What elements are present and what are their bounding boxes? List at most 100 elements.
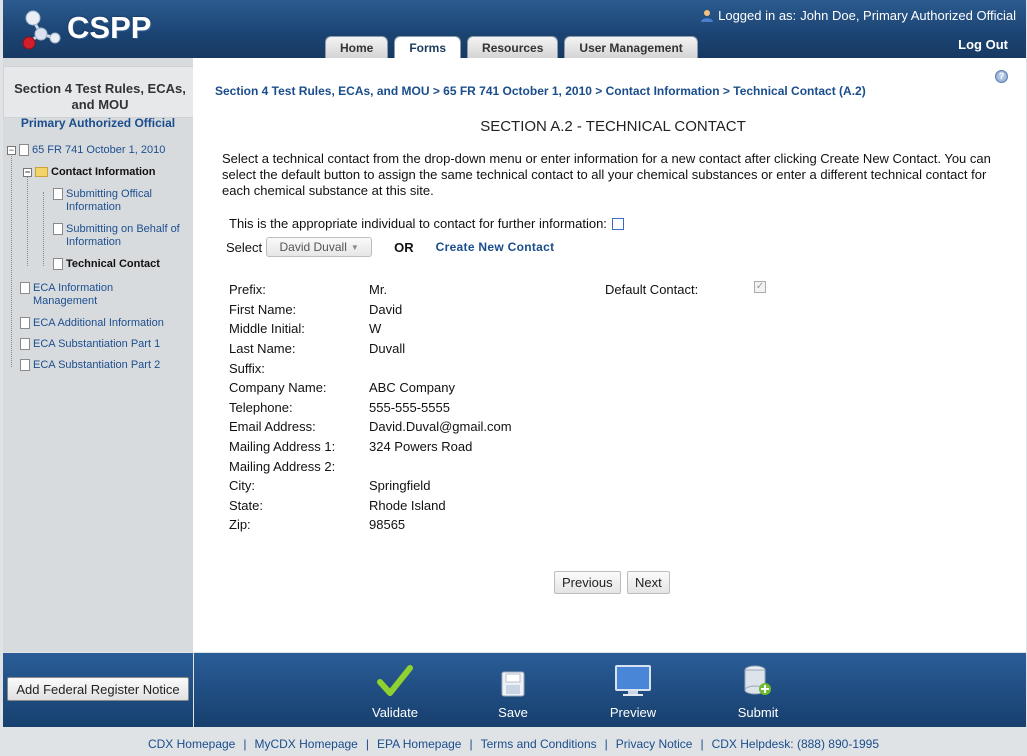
- tree-item-eca-additional-information[interactable]: ECA Additional Information: [20, 317, 164, 330]
- next-button[interactable]: Next: [627, 571, 670, 594]
- tab-home[interactable]: Home: [325, 36, 389, 58]
- document-icon: [53, 258, 63, 270]
- logged-in-label: Logged in as:: [718, 8, 797, 23]
- tree-item-65fr741[interactable]: − 65 FR 741 October 1, 2010: [7, 144, 165, 157]
- field-label: Prefix:: [229, 282, 266, 297]
- appropriate-contact-label: This is the appropriate individual to co…: [229, 216, 607, 231]
- footer-link-terms[interactable]: Terms and Conditions: [481, 737, 597, 751]
- add-federal-register-notice-button[interactable]: Add Federal Register Notice: [7, 677, 189, 701]
- footer-separator: |: [365, 737, 369, 751]
- tree-line: [27, 174, 28, 266]
- tree-item-technical-contact[interactable]: Technical Contact: [53, 258, 160, 271]
- section-title: SECTION A.2 - TECHNICAL CONTACT: [480, 118, 746, 135]
- default-contact-checkbox[interactable]: ✓: [754, 281, 766, 293]
- document-icon: [19, 144, 29, 156]
- field-value: 555-555-5555: [369, 400, 450, 415]
- field-label: Mailing Address 1:: [229, 439, 336, 454]
- logo-text: CSPP: [67, 10, 152, 45]
- appropriate-contact-row: This is the appropriate individual to co…: [229, 216, 624, 231]
- footer-link-mycdx-homepage[interactable]: MyCDX Homepage: [254, 737, 357, 751]
- tree-item-label: ECA Information Management: [33, 282, 114, 307]
- field-label: Email Address:: [229, 419, 316, 434]
- preview-button[interactable]: Preview: [593, 663, 673, 720]
- footer-link-privacy[interactable]: Privacy Notice: [616, 737, 693, 751]
- previous-button[interactable]: Previous: [554, 571, 621, 594]
- checkmark-icon: [377, 665, 413, 696]
- document-icon: [20, 338, 30, 350]
- logout-link[interactable]: Log Out: [958, 37, 1008, 52]
- field-value: Rhode Island: [369, 498, 446, 513]
- logged-in-status: Logged in as: John Doe, Primary Authoriz…: [700, 8, 1016, 23]
- main-tabs: Home Forms Resources User Management: [325, 36, 698, 58]
- cspp-logo[interactable]: CSPP: [19, 6, 159, 50]
- field-label: Last Name:: [229, 341, 296, 356]
- tab-forms[interactable]: Forms: [394, 36, 462, 58]
- tree-line: [11, 154, 12, 367]
- footer-link-helpdesk[interactable]: CDX Helpdesk: (888) 890-1995: [712, 737, 879, 751]
- or-label: OR: [394, 239, 414, 255]
- molecule-icon: [22, 10, 61, 50]
- collapse-icon[interactable]: −: [7, 146, 16, 155]
- field-value: 98565: [369, 517, 406, 532]
- logged-in-user: John Doe, Primary Authorized Official: [800, 8, 1016, 23]
- field-label: Suffix:: [229, 361, 265, 376]
- footer-separator: |: [243, 737, 247, 751]
- tree-item-label: Contact Information: [51, 166, 156, 178]
- field-label: Mailing Address 2:: [229, 459, 336, 474]
- sidebar: Section 4 Test Rules, ECAs, and MOU Prim…: [3, 58, 201, 652]
- validate-label: Validate: [371, 705, 418, 720]
- database-add-icon: [744, 665, 771, 695]
- contact-select-dropdown[interactable]: David Duvall ▼: [266, 237, 373, 257]
- tab-resources[interactable]: Resources: [467, 36, 559, 58]
- submit-button[interactable]: Submit: [718, 663, 798, 720]
- preview-label: Preview: [609, 705, 657, 720]
- select-contact-row: Select David Duvall ▼ OR Create New Cont…: [226, 237, 554, 257]
- field-value: W: [369, 321, 382, 336]
- footer-separator: |: [700, 737, 704, 751]
- tree-item-eca-substantiation-part2[interactable]: ECA Substantiation Part 2: [20, 359, 160, 372]
- select-label: Select: [226, 239, 263, 255]
- sidebar-role: Primary Authorized Official: [20, 116, 176, 130]
- field-value: Mr.: [369, 282, 388, 297]
- field-value: Duvall: [369, 341, 406, 356]
- create-new-contact-link[interactable]: Create New Contact: [436, 240, 555, 254]
- breadcrumb[interactable]: Section 4 Test Rules, ECAs, and MOU > 65…: [215, 84, 866, 98]
- document-icon: [53, 223, 63, 235]
- tree-item-submitting-on-behalf[interactable]: Submitting on Behalf of Information: [53, 223, 183, 249]
- user-icon: [701, 9, 714, 22]
- field-label: First Name:: [229, 302, 297, 317]
- footer-link-cdx-homepage[interactable]: CDX Homepage: [148, 737, 235, 751]
- save-label: Save: [498, 705, 528, 720]
- action-bar: Validate Save Preview Submit: [194, 653, 1026, 727]
- field-label: Zip:: [229, 517, 251, 532]
- tree-item-label: ECA Substantiation Part 1: [33, 338, 161, 350]
- instructions-text: Select a technical contact from the drop…: [222, 151, 991, 198]
- appropriate-contact-checkbox[interactable]: [611, 217, 624, 230]
- help-icon[interactable]: ?: [995, 70, 1008, 83]
- header-bar: CSPP Logged in as: John Doe, Primary Aut…: [3, 0, 1026, 58]
- tree-item-eca-substantiation-part1[interactable]: ECA Substantiation Part 1: [20, 338, 160, 351]
- tree-item-submitting-official[interactable]: Submitting Offical Information: [53, 188, 183, 214]
- main-content: ? Section 4 Test Rules, ECAs, and MOU > …: [193, 58, 1026, 652]
- tree-line: [43, 192, 44, 266]
- field-value: David.Duval@gmail.com: [369, 419, 512, 434]
- tree-item-contact-information[interactable]: − Contact Information: [23, 166, 156, 179]
- field-label: City:: [229, 478, 255, 493]
- tree-item-label: Technical Contact: [66, 258, 160, 270]
- validate-button[interactable]: Validate: [355, 663, 435, 720]
- tab-user-management[interactable]: User Management: [564, 36, 698, 58]
- tree-item-eca-information-management[interactable]: ECA Information Management: [20, 282, 130, 308]
- footer-link-epa-homepage[interactable]: EPA Homepage: [377, 737, 462, 751]
- field-value: 324 Powers Road: [369, 439, 473, 454]
- monitor-icon: [615, 665, 651, 696]
- footer: CDX Homepage | MyCDX Homepage | EPA Homepage…: [0, 737, 1027, 751]
- field-label: Telephone:: [229, 400, 293, 415]
- field-label: Company Name:: [229, 380, 327, 395]
- collapse-icon[interactable]: −: [23, 168, 32, 177]
- folder-icon: [35, 167, 48, 177]
- bottom-left-panel: Add Federal Register Notice: [3, 653, 193, 727]
- save-button[interactable]: Save: [473, 663, 553, 720]
- document-icon: [20, 282, 30, 294]
- document-icon: [20, 359, 30, 371]
- field-label: State:: [229, 498, 263, 513]
